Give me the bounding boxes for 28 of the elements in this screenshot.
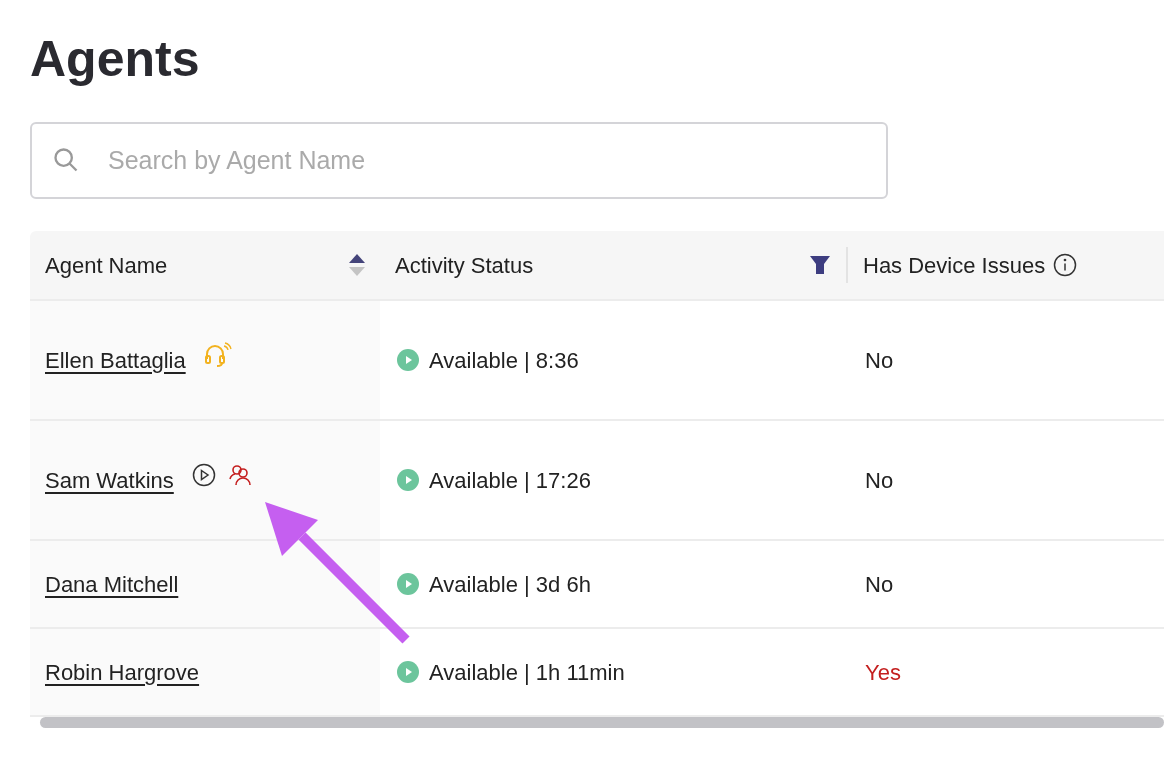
activity-status: Available | 8:36	[429, 346, 579, 375]
play-icon[interactable]	[191, 463, 216, 487]
search-icon	[52, 146, 80, 174]
device-issues-value: No	[865, 346, 894, 375]
play-status-icon	[397, 349, 419, 371]
info-icon[interactable]	[1053, 253, 1078, 277]
filter-icon[interactable]	[810, 255, 830, 275]
activity-status: Available | 3d 6h	[429, 570, 591, 599]
column-header[interactable]: Has Device Issues	[863, 248, 1046, 282]
activity-status: Available | 17:26	[429, 466, 591, 495]
play-status-icon	[397, 573, 419, 595]
column-header[interactable]: Agent Name	[45, 248, 168, 282]
activity-status: Available | 1h 11min	[429, 658, 625, 687]
people-icon[interactable]	[227, 464, 252, 486]
horizontal-scrollbar[interactable]	[40, 717, 1164, 728]
device-issues-value: No	[865, 466, 894, 495]
agent-name-link[interactable]: Robin Hargrove	[45, 655, 200, 689]
column-header[interactable]: Activity Status	[395, 248, 534, 282]
play-status-icon	[397, 469, 419, 491]
search-field[interactable]: Search by Agent Name	[30, 122, 888, 199]
page-title: Agents	[30, 30, 200, 89]
play-status-icon	[397, 661, 419, 683]
device-issues-value: Yes	[865, 658, 901, 687]
agent-name-link[interactable]: Ellen Battaglia	[45, 343, 186, 377]
agent-name-link[interactable]: Dana Mitchell	[45, 567, 179, 601]
device-issues-value: No	[865, 570, 894, 599]
agent-name-link[interactable]: Sam Watkins	[45, 463, 174, 497]
sort-icon[interactable]	[349, 253, 365, 277]
